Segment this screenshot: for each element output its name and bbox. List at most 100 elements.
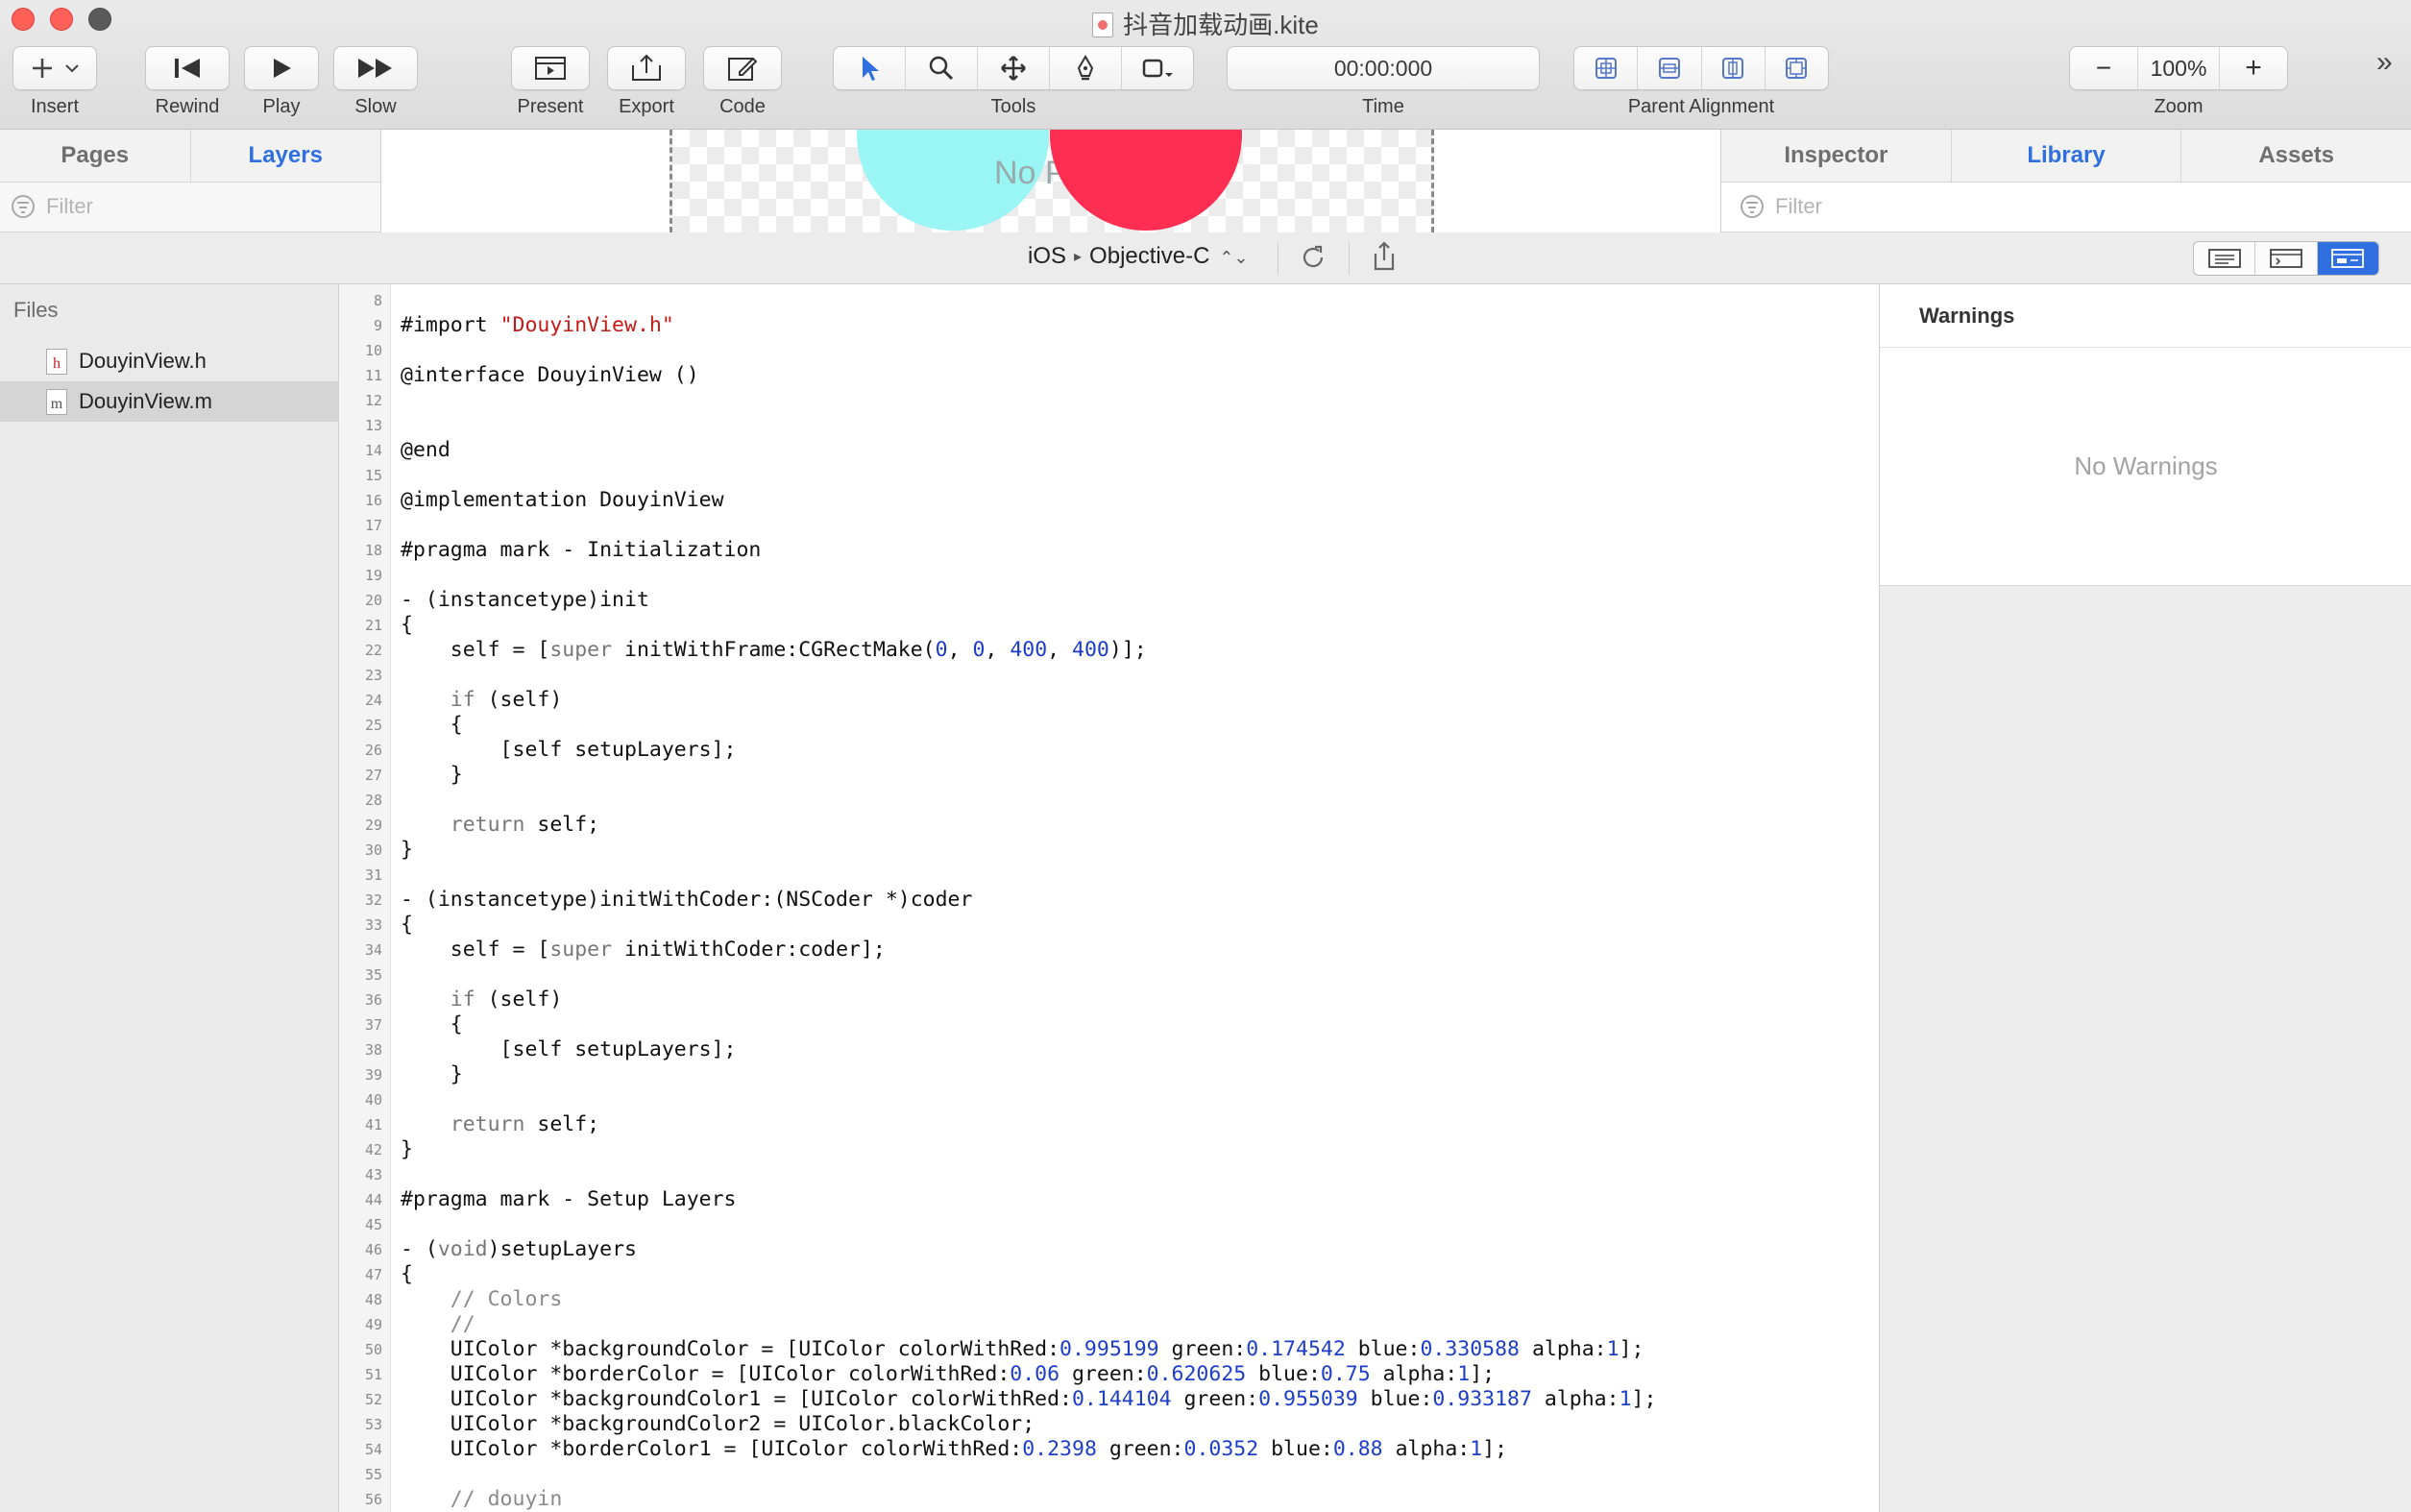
code-line[interactable]: // Colors xyxy=(401,1287,1879,1312)
time-label: Time xyxy=(1362,96,1404,117)
play-label: Play xyxy=(262,96,301,117)
code-line[interactable]: [self setupLayers]; xyxy=(401,738,1879,763)
pen-tool[interactable] xyxy=(1050,47,1122,89)
code-line[interactable]: return self; xyxy=(401,1112,1879,1137)
rewind-button[interactable] xyxy=(145,46,230,90)
text-view-button[interactable] xyxy=(2194,242,2256,275)
code-line[interactable] xyxy=(401,463,1879,488)
tab-assets[interactable]: Assets xyxy=(2180,130,2411,182)
code-line[interactable] xyxy=(401,288,1879,313)
code-line[interactable]: if (self) xyxy=(401,988,1879,1012)
library-filter-input[interactable]: Filter xyxy=(1775,194,1822,219)
code-line[interactable] xyxy=(401,1462,1879,1487)
code-token: blue: xyxy=(1357,1387,1433,1411)
zoom-out-button[interactable]: − xyxy=(2070,47,2138,89)
code-line[interactable]: #pragma mark - Initialization xyxy=(401,538,1879,563)
code-line[interactable]: // xyxy=(401,1312,1879,1337)
code-line[interactable] xyxy=(401,388,1879,413)
align-vertical-button[interactable] xyxy=(1702,47,1766,89)
window-title: 抖音加载动画.kite xyxy=(0,6,2411,41)
zoom-level[interactable]: 100% xyxy=(2138,47,2220,89)
code-line[interactable] xyxy=(401,1162,1879,1187)
code-line[interactable]: UIColor *backgroundColor = [UIColor colo… xyxy=(401,1337,1879,1362)
present-button[interactable] xyxy=(511,46,590,90)
present-label: Present xyxy=(517,96,584,117)
tab-pages[interactable]: Pages xyxy=(0,130,190,182)
code-line[interactable]: UIColor *backgroundColor2 = UIColor.blac… xyxy=(401,1412,1879,1437)
code-line[interactable]: { xyxy=(401,1262,1879,1287)
code-line[interactable]: [self setupLayers]; xyxy=(401,1037,1879,1062)
code-line[interactable]: if (self) xyxy=(401,688,1879,713)
layers-filter-input[interactable]: Filter xyxy=(46,194,93,219)
code-line[interactable]: } xyxy=(401,1062,1879,1087)
code-line[interactable]: { xyxy=(401,1012,1879,1037)
line-number: 12 xyxy=(364,392,382,409)
code-line[interactable]: // douyin xyxy=(401,1487,1879,1512)
export-button[interactable] xyxy=(607,46,686,90)
code-line[interactable]: @interface DouyinView () xyxy=(401,363,1879,388)
tab-layers[interactable]: Layers xyxy=(189,130,381,182)
code-line[interactable] xyxy=(401,863,1879,888)
slow-button[interactable] xyxy=(333,46,418,90)
red-circle-layer[interactable] xyxy=(1050,130,1242,231)
code-line[interactable]: @implementation DouyinView xyxy=(401,488,1879,513)
code-line[interactable]: return self; xyxy=(401,813,1879,838)
code-line[interactable]: { xyxy=(401,613,1879,638)
canvas-area[interactable]: No P xyxy=(381,130,1720,232)
file-item-header[interactable]: h DouyinView.h xyxy=(0,341,339,381)
artboard[interactable]: No P xyxy=(670,130,1434,232)
shape-tool[interactable] xyxy=(1122,47,1193,89)
code-line[interactable]: UIColor *borderColor = [UIColor colorWit… xyxy=(401,1362,1879,1387)
tab-library[interactable]: Library xyxy=(1950,130,2181,182)
code-line[interactable]: @end xyxy=(401,438,1879,463)
refresh-icon[interactable] xyxy=(1299,243,1327,272)
code-button[interactable] xyxy=(703,46,782,90)
play-button[interactable] xyxy=(244,46,319,90)
code-line[interactable]: } xyxy=(401,1137,1879,1162)
toolbar-overflow-button[interactable]: » xyxy=(2376,46,2393,79)
time-display[interactable]: 00:00:000 xyxy=(1227,46,1540,90)
align-fill-button[interactable] xyxy=(1766,47,1828,89)
code-editor[interactable]: 8 9 10 11 12 13 14 15 16 17 18 19 20 21 22 23 24 25 26 27 28… xyxy=(339,284,1879,1512)
code-line[interactable]: } xyxy=(401,763,1879,788)
move-tool[interactable] xyxy=(978,47,1050,89)
align-center-button[interactable] xyxy=(1574,47,1639,89)
code-line[interactable]: - (instancetype)initWithCoder:(NSCoder *… xyxy=(401,888,1879,913)
code-line[interactable]: #pragma mark - Setup Layers xyxy=(401,1187,1879,1212)
code-line[interactable]: self = [super initWithCoder:coder]; xyxy=(401,938,1879,963)
language-picker[interactable]: iOS ▸ Objective-C ⌃⌄ xyxy=(1028,243,1249,270)
code-line[interactable] xyxy=(401,1087,1879,1112)
tab-inspector[interactable]: Inspector xyxy=(1721,130,1951,182)
code-line[interactable] xyxy=(401,663,1879,688)
select-tool[interactable] xyxy=(834,47,906,89)
console-view-button[interactable] xyxy=(2255,242,2318,275)
code-line[interactable] xyxy=(401,338,1879,363)
align-horizontal-button[interactable] xyxy=(1638,47,1702,89)
code-line[interactable]: - (void)setupLayers xyxy=(401,1237,1879,1262)
code-line[interactable]: { xyxy=(401,913,1879,938)
code-text[interactable]: #import "DouyinView.h" @interface DouyinV… xyxy=(401,284,1879,1512)
code-token: alpha: xyxy=(1520,1337,1607,1361)
line-number: 29 xyxy=(364,817,382,834)
zoom-tool[interactable] xyxy=(906,47,978,89)
code-line[interactable]: #import "DouyinView.h" xyxy=(401,313,1879,338)
code-line[interactable]: { xyxy=(401,713,1879,738)
code-line[interactable] xyxy=(401,788,1879,813)
warnings-view-button[interactable] xyxy=(2317,242,2378,275)
code-line[interactable] xyxy=(401,513,1879,538)
code-line[interactable] xyxy=(401,413,1879,438)
code-line[interactable]: } xyxy=(401,838,1879,863)
code-line[interactable]: UIColor *borderColor1 = [UIColor colorWi… xyxy=(401,1437,1879,1462)
code-line[interactable]: self = [super initWithFrame:CGRectMake(0… xyxy=(401,638,1879,663)
code-line[interactable]: UIColor *backgroundColor1 = [UIColor col… xyxy=(401,1387,1879,1412)
code-line[interactable] xyxy=(401,1212,1879,1237)
zoom-in-button[interactable]: + xyxy=(2220,47,2287,89)
code-line[interactable] xyxy=(401,963,1879,988)
file-item-implementation[interactable]: m DouyinView.m xyxy=(0,381,339,422)
line-number: 32 xyxy=(364,891,382,909)
code-line[interactable]: - (instancetype)init xyxy=(401,588,1879,613)
title-bar: 抖音加载动画.kite Insert Rewind Play Slow Pres… xyxy=(0,0,2411,130)
share-icon[interactable] xyxy=(1370,240,1399,273)
code-line[interactable] xyxy=(401,563,1879,588)
insert-button[interactable] xyxy=(12,46,97,90)
